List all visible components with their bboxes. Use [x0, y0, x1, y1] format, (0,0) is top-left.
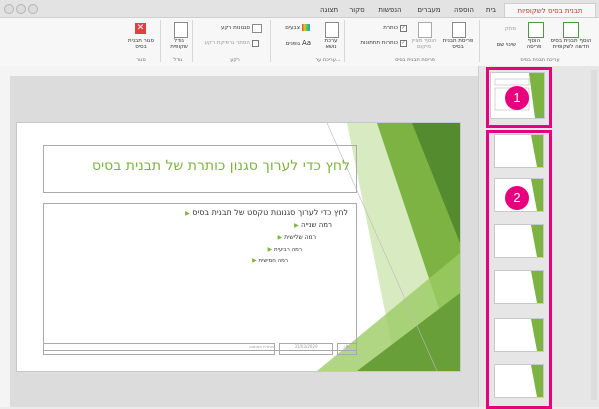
slide-title: לחץ כדי לערוך סגנון כותרת של תבנית בסיס	[91, 158, 350, 174]
tab-review[interactable]: סקור	[346, 3, 368, 17]
edit-theme-button[interactable]: ערכת נושא	[318, 38, 344, 50]
title-checkbox-label: כותרת	[383, 25, 398, 31]
insert-master-icon	[563, 22, 579, 38]
background-styles-icon	[252, 24, 262, 33]
slide-master-preview[interactable]: לחץ כדי לערוך סגנון כותרת של תבנית בסיס …	[16, 122, 461, 372]
group-separator	[270, 20, 271, 62]
layout-thumbnail[interactable]	[494, 318, 544, 352]
tab-transitions[interactable]: מעברים	[412, 3, 446, 17]
title-checkbox[interactable]: ✓	[400, 25, 407, 32]
colors-icon	[302, 24, 310, 31]
fonts-dropdown[interactable]: גופנים	[276, 41, 300, 47]
callout-badge-2: 2	[505, 186, 529, 210]
insert-placeholder-icon	[418, 22, 432, 38]
insert-master-button[interactable]: הוסף תבנית בסיס חדשה לשקופית	[548, 38, 594, 50]
callout-badge-1: 1	[505, 86, 529, 110]
body-placeholder[interactable]: לחץ כדי לערוך סגנונות טקסט של תבנית בסיס…	[43, 203, 357, 351]
group-label-master-layout: פריסת תבנית בסיס	[395, 57, 435, 63]
close-master-icon: ✕	[135, 23, 146, 34]
slide-size-icon	[174, 22, 188, 38]
group-label-close: סגור	[136, 57, 146, 63]
tab-slide-master[interactable]: תבנית בסיס לשקופיות	[504, 3, 596, 18]
thumbnail-scrollbar[interactable]	[591, 70, 597, 400]
insert-layout-icon	[528, 22, 544, 38]
footers-checkbox[interactable]: ✓	[400, 40, 407, 47]
master-layout-button[interactable]: פריסת תבנית בסיס	[442, 38, 474, 50]
footers-checkbox-label: כותרות תחתונות	[360, 40, 398, 46]
minimize-window-button[interactable]	[16, 4, 26, 14]
insert-placeholder-button[interactable]: הוסף מציין מיקום	[408, 38, 440, 50]
hide-background-checkbox[interactable]	[252, 40, 259, 47]
text-level-2: רמה שנייה ▶	[294, 221, 332, 229]
layout-thumbnail[interactable]	[494, 364, 544, 398]
insert-layout-button[interactable]: הוסף פריסה	[520, 38, 548, 50]
master-layout-icon	[452, 22, 466, 38]
slide-number-placeholder[interactable]: ‹#›	[337, 343, 357, 355]
tab-view[interactable]: תצוגה	[314, 3, 344, 17]
delete-button[interactable]: מחק	[490, 26, 516, 32]
text-level-5: רמה חמישית ▶	[252, 257, 288, 264]
footer-placeholder[interactable]: כותרת תחתונה	[43, 343, 275, 355]
text-level-3: רמה שלישית ▶	[277, 234, 316, 241]
layout-thumbnail[interactable]	[494, 134, 544, 168]
tab-animations[interactable]: הנפשות	[372, 3, 408, 17]
group-separator	[479, 20, 480, 62]
group-separator	[192, 20, 193, 62]
group-label-edit-theme: עריכת ער...	[315, 57, 341, 63]
group-label-size: גודל	[173, 57, 183, 63]
close-master-button[interactable]: סגור תבנית בסיס	[122, 38, 160, 50]
colors-dropdown[interactable]: צבעים	[276, 25, 300, 31]
title-placeholder[interactable]: לחץ כדי לערוך סגנון כותרת של תבנית בסיס	[43, 145, 357, 193]
layout-thumbnail[interactable]	[494, 224, 544, 258]
close-window-button[interactable]	[4, 4, 14, 14]
group-separator	[160, 20, 161, 62]
rename-button[interactable]: שינוי שם	[484, 42, 516, 48]
layout-thumbnail[interactable]	[494, 270, 544, 304]
slide-size-button[interactable]: גודל שקופית	[166, 38, 192, 50]
maximize-window-button[interactable]	[28, 4, 38, 14]
text-level-4: רמה רביעית ▶	[267, 246, 302, 253]
theme-icon	[325, 22, 339, 38]
group-label-edit-master: עריכת תבנית בסיס	[520, 57, 560, 63]
fonts-icon: Aa	[302, 39, 312, 47]
tab-insert[interactable]: הוספה	[450, 3, 478, 17]
background-styles-dropdown[interactable]: סגנונות רקע	[196, 25, 250, 31]
group-separator	[344, 20, 345, 62]
date-placeholder[interactable]: 31/03/2020	[279, 343, 333, 355]
group-label-background: רקע	[230, 57, 240, 63]
hide-background-label: הסתר גרפיקת רקע	[204, 40, 250, 46]
tab-home[interactable]: בית	[482, 3, 500, 17]
text-level-1: לחץ כדי לערוך סגנונות טקסט של תבנית בסיס…	[185, 208, 348, 217]
